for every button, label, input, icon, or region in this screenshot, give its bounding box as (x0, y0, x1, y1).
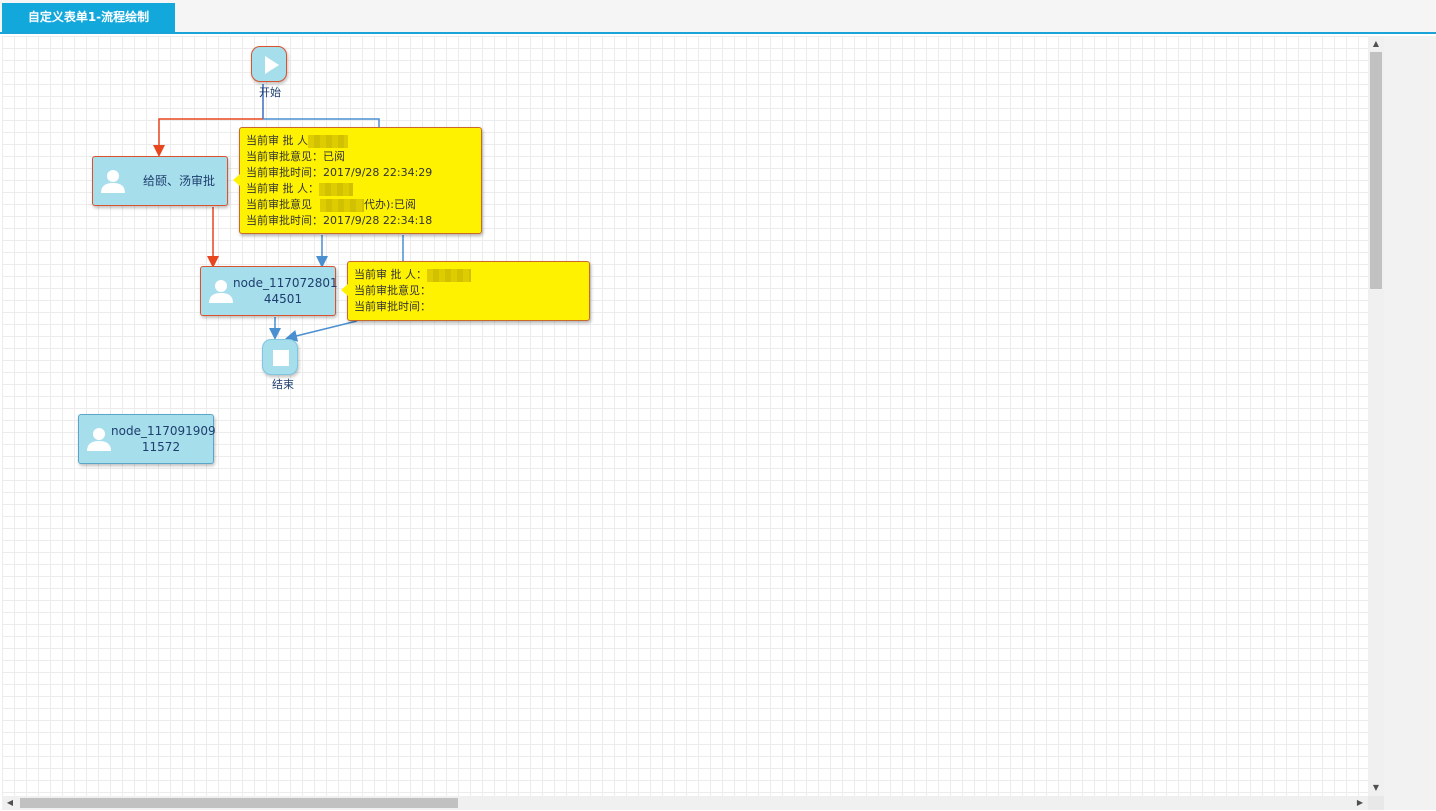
edge-right-to-end (285, 320, 358, 342)
tooltip-line: 当前审 批 人： (246, 181, 475, 197)
horizontal-scroll-thumb[interactable] (20, 798, 458, 808)
approve-node[interactable]: 给颐、汤审批 (92, 156, 228, 206)
start-node[interactable] (251, 46, 287, 82)
scroll-left-icon[interactable]: ◀ (2, 795, 18, 811)
approval-tooltip-1: 当前审 批 人 当前审批意见：已阅 当前审批时间：2017/9/28 22:34… (233, 127, 482, 234)
user-icon (209, 280, 233, 303)
tooltip-line: 当前审批意见：已阅 (246, 150, 345, 163)
node-b-label: node_117091909 11572 (111, 424, 216, 454)
user-icon (101, 170, 125, 193)
node-117091909[interactable]: node_117091909 11572 (78, 414, 216, 464)
tooltip-line: 当前审批意见 代办):已阅 (246, 198, 416, 212)
redacted-block (308, 134, 348, 148)
end-node[interactable] (262, 339, 298, 375)
vertical-scroll-thumb[interactable] (1370, 52, 1382, 289)
flow-canvas[interactable]: 开始 给颐、汤审批 node_117072801 44501 结束 node_1… (2, 36, 1368, 796)
tooltip-tail (233, 174, 240, 186)
approve-node-label: 给颐、汤审批 (142, 174, 215, 188)
start-label: 开始 (259, 86, 281, 99)
tooltip-line: 当前审批时间： (354, 300, 431, 313)
tooltip-line: 当前审批意见： (354, 284, 431, 297)
scroll-up-icon[interactable]: ▲ (1368, 36, 1384, 52)
node-a-label: node_117072801 44501 (233, 276, 338, 306)
approval-tooltip-2: 当前审 批 人： 当前审批意见： 当前审批时间： (341, 261, 590, 321)
tooltip-line: 当前审批时间：2017/9/28 22:34:18 (246, 214, 433, 227)
user-icon (87, 428, 111, 451)
redacted-block (320, 198, 364, 212)
tooltip-line: 当前审 批 人 (246, 133, 475, 149)
scroll-down-icon[interactable]: ▼ (1368, 780, 1384, 796)
scrollbar-corner (1368, 796, 1384, 810)
right-gutter (1384, 36, 1436, 810)
tab-bar: 自定义表单1-流程绘制 (0, 0, 1436, 34)
tab-flow-drawing[interactable]: 自定义表单1-流程绘制 (2, 3, 175, 32)
stop-icon (273, 350, 289, 366)
scroll-right-icon[interactable]: ▶ (1352, 795, 1368, 811)
tooltip-tail (341, 284, 348, 296)
tooltip-line: 当前审批时间：2017/9/28 22:34:29 (246, 166, 433, 179)
node-117072801[interactable]: node_117072801 44501 (200, 266, 338, 316)
redacted-block (319, 182, 353, 196)
tooltip-line: 当前审 批 人： (354, 267, 583, 283)
redacted-block (427, 268, 471, 282)
end-label: 结束 (272, 378, 294, 391)
vertical-scrollbar[interactable]: ▲ ▼ (1368, 36, 1384, 796)
play-icon (265, 56, 279, 74)
horizontal-scrollbar[interactable]: ◀ ▶ (2, 796, 1368, 810)
